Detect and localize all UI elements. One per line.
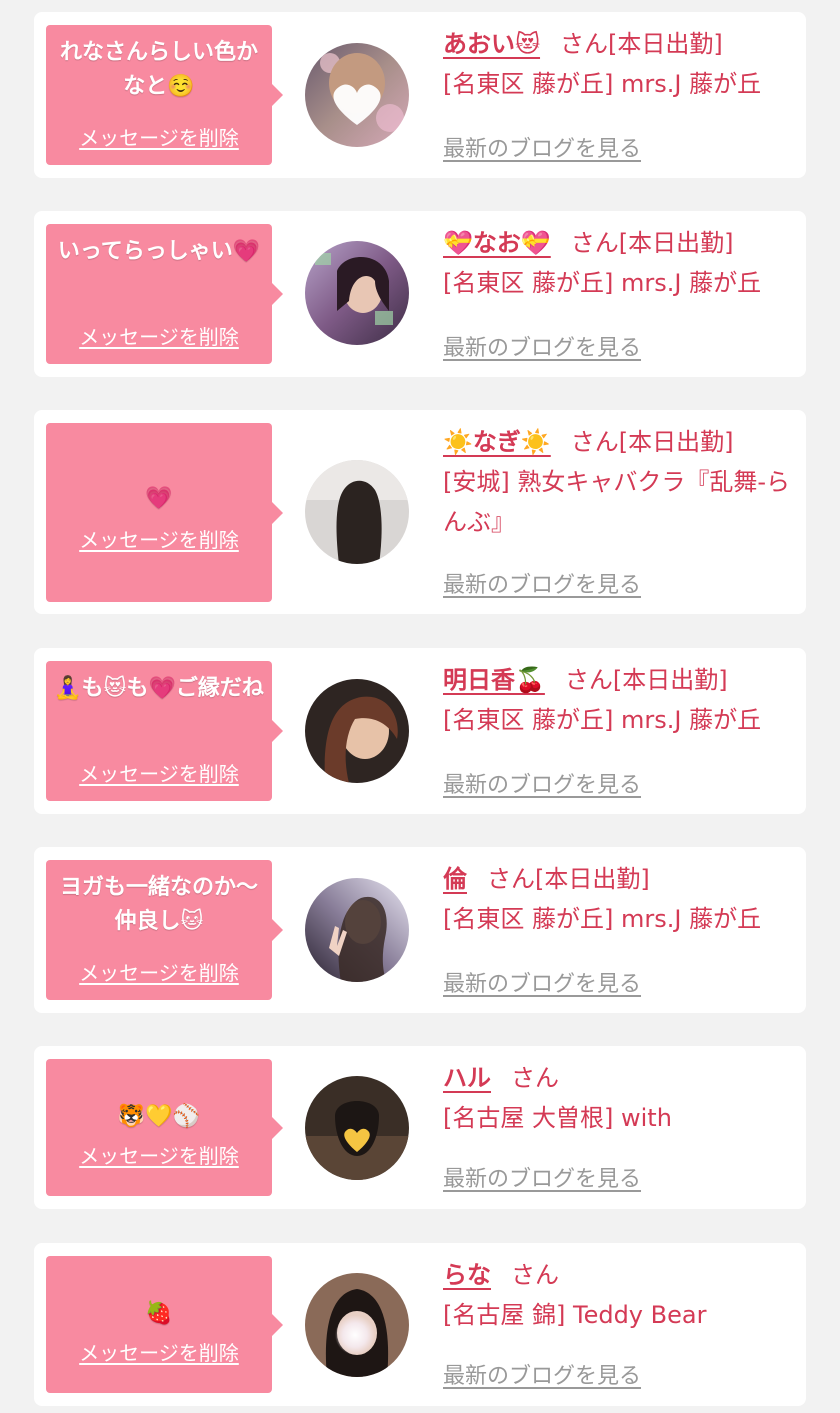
name-line: ハル さん — [443, 1062, 798, 1094]
message-bubble: 🍓 メッセージを削除 — [46, 1256, 283, 1393]
delete-message-button[interactable]: メッセージを削除 — [46, 957, 272, 986]
shop-name: [名古屋 大曽根] with — [443, 1104, 672, 1132]
message-text: 🐯💛⚾️ — [117, 1104, 201, 1129]
avatar[interactable] — [305, 460, 409, 564]
view-blog-link[interactable]: 最新のブログを見る — [443, 330, 641, 362]
status-badge: [本日出勤] — [608, 30, 723, 58]
status-badge: [本日出勤] — [618, 229, 734, 257]
honorific: さん — [560, 30, 609, 58]
honorific: さん — [511, 1064, 559, 1092]
status-badge: [本日出勤] — [618, 428, 734, 456]
delete-message-button[interactable]: メッセージを削除 — [46, 1337, 272, 1366]
name-line: 倫さん[本日出勤] — [443, 863, 798, 895]
profile-info: 明日香🍒 さん[本日出勤] [名東区 藤が丘] mrs.J 藤が丘 — [443, 664, 798, 740]
shop-name: [名東区 藤が丘] mrs.J 藤が丘 — [443, 905, 762, 933]
profile-info: ☀️なぎ☀️ さん[本日出勤] [安城] 熟女キャバクラ『乱舞-らんぶ』 — [443, 426, 798, 542]
message-bubble: 💗 メッセージを削除 — [46, 423, 283, 602]
profile-info: 倫さん[本日出勤] [名東区 藤が丘] mrs.J 藤が丘 — [443, 863, 798, 939]
profile-name-link[interactable]: ☀️なぎ☀️ — [443, 428, 551, 456]
avatar[interactable] — [305, 241, 409, 345]
shop-name: [名東区 藤が丘] mrs.J 藤が丘 — [443, 269, 762, 297]
message-text: ヨガも一緒なのか〜仲良し🐱 — [59, 875, 258, 934]
message-card: 💗 メッセージを削除 ☀️なぎ☀️ さん[本日出勤] [安城] 熟女キャバクラ『乱… — [34, 410, 806, 614]
shop-name: [名東区 藤が丘] mrs.J 藤が丘 — [443, 706, 762, 734]
view-blog-link[interactable]: 最新のブログを見る — [443, 567, 641, 599]
message-text: 🧘‍♀️も😻も💗ご縁だね — [54, 676, 264, 701]
avatar[interactable] — [305, 1273, 409, 1377]
message-card: 🍓 メッセージを削除 らな さん [名古屋 錦] Teddy Bear 最新のブロ… — [34, 1243, 806, 1406]
message-bubble: ヨガも一緒なのか〜仲良し🐱 メッセージを削除 — [46, 860, 283, 1000]
profile-info: あおい😻 さん[本日出勤] [名東区 藤が丘] mrs.J 藤が丘 — [443, 28, 798, 104]
message-card: ヨガも一緒なのか〜仲良し🐱 メッセージを削除 倫さん[本日出勤] [名東区 藤が… — [34, 847, 806, 1013]
avatar[interactable] — [305, 878, 409, 982]
message-card: いってらっしゃい💗 メッセージを削除 💝なお💝 さん[本日出勤] [名東区 藤が丘… — [34, 211, 806, 377]
profile-name-link[interactable]: 明日香🍒 — [443, 666, 545, 694]
name-line: 💝なお💝 さん[本日出勤] — [443, 227, 798, 259]
delete-message-button[interactable]: メッセージを削除 — [46, 758, 272, 787]
shop-name: [名古屋 錦] Teddy Bear — [443, 1301, 707, 1329]
message-text: いってらっしゃい💗 — [57, 239, 261, 264]
name-line: あおい😻 さん[本日出勤] — [443, 28, 798, 60]
profile-info: 💝なお💝 さん[本日出勤] [名東区 藤が丘] mrs.J 藤が丘 — [443, 227, 798, 303]
avatar[interactable] — [305, 1076, 409, 1180]
message-list: れなさんらしい色かなと☺️ メッセージを削除 あおい😻 さん[本日出勤] [名東区… — [0, 0, 840, 1413]
honorific: さん — [487, 865, 535, 893]
message-card: 🧘‍♀️も😻も💗ご縁だね メッセージを削除 明日香🍒 さん[本日出勤] [名東区 … — [34, 648, 806, 814]
message-card: れなさんらしい色かなと☺️ メッセージを削除 あおい😻 さん[本日出勤] [名東区… — [34, 12, 806, 178]
avatar[interactable] — [305, 679, 409, 783]
message-text: 💗 — [145, 486, 173, 511]
profile-name-link[interactable]: あおい😻 — [443, 30, 540, 58]
message-bubble: いってらっしゃい💗 メッセージを削除 — [46, 224, 283, 364]
status-badge: [本日出勤] — [612, 666, 728, 694]
delete-message-button[interactable]: メッセージを削除 — [46, 122, 272, 151]
name-line: ☀️なぎ☀️ さん[本日出勤] — [443, 426, 798, 458]
profile-name-link[interactable]: ハル — [443, 1064, 491, 1092]
shop-name: [名東区 藤が丘] mrs.J 藤が丘 — [443, 70, 762, 98]
profile-info: ハル さん [名古屋 大曽根] with — [443, 1062, 798, 1138]
profile-name-link[interactable]: 倫 — [443, 865, 467, 893]
honorific: さん — [570, 428, 619, 456]
delete-message-button[interactable]: メッセージを削除 — [46, 321, 272, 350]
delete-message-button[interactable]: メッセージを削除 — [46, 524, 272, 553]
shop-name: [安城] 熟女キャバクラ『乱舞-らんぶ』 — [443, 468, 791, 536]
message-bubble: れなさんらしい色かなと☺️ メッセージを削除 — [46, 25, 283, 165]
name-line: らな さん — [443, 1259, 798, 1291]
message-text: れなさんらしい色かなと☺️ — [59, 40, 258, 99]
profile-name-link[interactable]: 💝なお💝 — [443, 229, 551, 257]
avatar[interactable] — [305, 43, 409, 147]
view-blog-link[interactable]: 最新のブログを見る — [443, 767, 641, 799]
message-bubble: 🧘‍♀️も😻も💗ご縁だね メッセージを削除 — [46, 661, 283, 801]
view-blog-link[interactable]: 最新のブログを見る — [443, 1358, 641, 1390]
message-text: 🍓 — [145, 1301, 173, 1326]
name-line: 明日香🍒 さん[本日出勤] — [443, 664, 798, 696]
profile-name-link[interactable]: らな — [443, 1261, 491, 1289]
delete-message-button[interactable]: メッセージを削除 — [46, 1140, 272, 1169]
view-blog-link[interactable]: 最新のブログを見る — [443, 966, 641, 998]
status-badge: [本日出勤] — [535, 865, 650, 893]
view-blog-link[interactable]: 最新のブログを見る — [443, 131, 641, 163]
honorific: さん — [511, 1261, 559, 1289]
honorific: さん — [570, 229, 619, 257]
honorific: さん — [564, 666, 613, 694]
profile-info: らな さん [名古屋 錦] Teddy Bear — [443, 1259, 798, 1335]
view-blog-link[interactable]: 最新のブログを見る — [443, 1161, 641, 1193]
message-bubble: 🐯💛⚾️ メッセージを削除 — [46, 1059, 283, 1196]
message-card: 🐯💛⚾️ メッセージを削除 ハル さん [名古屋 大曽根] with 最新のブログ… — [34, 1046, 806, 1209]
